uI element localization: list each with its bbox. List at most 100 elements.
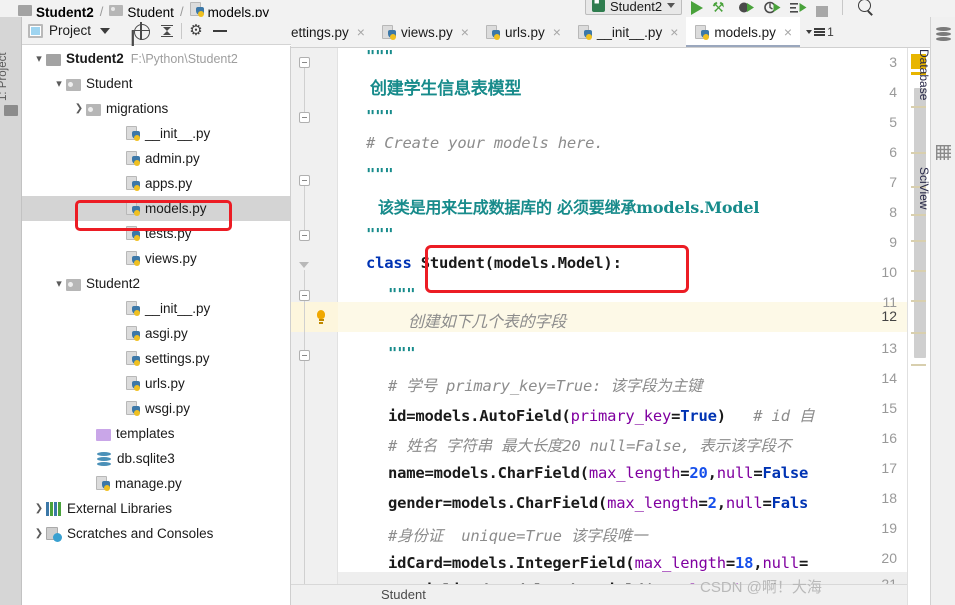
editor-marker-column[interactable] (907, 48, 930, 605)
tree-row-manage-py[interactable]: manage.py (22, 471, 290, 496)
project-title-dropdown[interactable]: Project (28, 23, 111, 38)
tree-row-urls-py[interactable]: urls.py (22, 371, 290, 396)
scratches-icon (46, 526, 62, 542)
chevron-right-icon[interactable] (72, 96, 86, 121)
database-label: Database (917, 49, 931, 100)
tab-models-py[interactable]: models.py × (686, 17, 801, 47)
collapse-all-icon[interactable] (158, 22, 176, 40)
tree-row-wsgi-py[interactable]: wsgi.py (22, 396, 290, 421)
chevron-down-icon[interactable] (52, 71, 66, 96)
close-icon[interactable]: × (670, 25, 678, 39)
code-kwarg: max_length (607, 494, 699, 512)
stop-icon[interactable] (816, 6, 829, 17)
code-line-19: #身份证 unique=True 该字段唯一 (388, 527, 648, 545)
code-text: = (762, 494, 772, 512)
fold-marker[interactable] (299, 112, 310, 123)
python-file-icon (126, 351, 140, 366)
breadcrumb-item-file[interactable]: models.py (189, 0, 269, 17)
editor-scrollbar-thumb[interactable] (914, 88, 926, 358)
code-text: = (798, 554, 809, 572)
fold-marker[interactable] (299, 290, 310, 301)
fold-marker[interactable] (299, 57, 310, 68)
tab-init-py[interactable]: __init__.py × (569, 17, 687, 47)
tree-label: Student2 (86, 276, 141, 291)
code-keyword: True (680, 407, 717, 425)
code-text: idCard=models.IntegerField( (388, 554, 635, 572)
tree-row-asgi-py[interactable]: asgi.py (22, 321, 290, 346)
breadcrumb-label: Student2 (36, 5, 94, 18)
code-keyword: class (366, 254, 421, 272)
fold-marker[interactable] (299, 175, 310, 186)
tree-label: __init__.py (145, 301, 211, 316)
play-icon[interactable] (691, 1, 704, 15)
tree-row-student2-root[interactable]: Student2 F:\Python\Student2 (22, 46, 290, 71)
tool-window-label: Database (917, 49, 955, 100)
tree-row-init-py-2[interactable]: __init__.py (22, 296, 290, 321)
chevron-down-icon (667, 3, 676, 8)
tree-row-db-sqlite3[interactable]: db.sqlite3 (22, 446, 290, 471)
code-line-3: """ (366, 48, 394, 65)
bug-icon[interactable]: ⚒ (712, 0, 729, 16)
folder-icon[interactable] (4, 105, 18, 116)
code-text-area[interactable]: """ 创建学生信息表模型 """ # Create your models h… (366, 48, 907, 584)
run-console-icon[interactable] (790, 0, 807, 16)
chevron-right-icon[interactable] (32, 521, 46, 546)
run-configuration-selector[interactable]: Student2 (585, 0, 683, 15)
tree-row-student2-package[interactable]: Student2 (22, 271, 290, 296)
profile-icon[interactable] (764, 0, 781, 16)
locate-icon[interactable] (132, 21, 151, 40)
fold-marker[interactable] (299, 230, 310, 241)
intention-bulb-icon[interactable] (315, 310, 327, 324)
fold-line (304, 186, 305, 230)
python-file-icon (695, 24, 710, 40)
close-icon[interactable]: × (553, 25, 561, 39)
tab-urls-py[interactable]: urls.py × (477, 17, 569, 47)
tree-row-migrations[interactable]: migrations (22, 96, 290, 121)
tree-row-student[interactable]: Student (22, 71, 290, 96)
tab-settings-py[interactable]: ettings.py × (291, 17, 373, 47)
chevron-down-icon[interactable] (52, 271, 66, 296)
tab-list-button[interactable]: 1 (806, 25, 834, 39)
tool-window-button-sciview[interactable]: SciView (917, 145, 955, 255)
tab-views-py[interactable]: views.py × (373, 17, 477, 47)
tree-row-init-py[interactable]: __init__.py (22, 121, 290, 146)
tree-row-admin-py[interactable]: admin.py (22, 146, 290, 171)
tree-row-views-py[interactable]: views.py (22, 246, 290, 271)
gear-icon[interactable]: ⚙ (187, 22, 205, 40)
close-icon[interactable]: × (357, 25, 365, 39)
tree-row-scratches-and-consoles[interactable]: Scratches and Consoles (22, 521, 290, 546)
breadcrumb-item-app[interactable]: Student (109, 0, 174, 17)
breadcrumb-item-project[interactable]: Student2 (18, 0, 94, 17)
pycharm-window: Student2 / Student / models.py Student2 … (0, 0, 955, 605)
fold-marker[interactable] (299, 350, 310, 361)
breadcrumb-separator: / (179, 4, 184, 17)
python-file-icon (381, 24, 396, 40)
project-tree[interactable]: Student2 F:\Python\Student2 Student migr… (22, 46, 291, 605)
code-editor[interactable]: 3 4 5 6 7 8 9 10 11 12 13 14 15 16 17 18… (291, 48, 907, 584)
minus-icon[interactable] (211, 22, 229, 40)
tree-row-models-py[interactable]: models.py (22, 196, 290, 221)
code-line-12: 创建如下几个表的字段 (408, 312, 567, 331)
python-file-icon (126, 376, 140, 391)
chevron-right-icon[interactable] (32, 496, 46, 521)
source-folder-icon (66, 78, 81, 91)
python-file-icon (126, 151, 140, 166)
tree-row-templates[interactable]: templates (22, 421, 290, 446)
close-icon[interactable]: × (784, 25, 792, 39)
code-line-17: name=models.CharField(max_length=20,null… (388, 464, 808, 482)
chevron-down-icon[interactable] (32, 46, 46, 71)
code-kwarg: primary_key (570, 407, 672, 425)
tab-label: models.py (714, 24, 776, 40)
run-coverage-icon[interactable] (738, 0, 755, 16)
tree-label: views.py (145, 251, 197, 266)
tree-row-apps-py[interactable]: apps.py (22, 171, 290, 196)
folder-icon (18, 5, 32, 16)
search-icon[interactable] (857, 0, 874, 16)
tree-row-external-libraries[interactable]: External Libraries (22, 496, 290, 521)
tree-row-tests-py[interactable]: tests.py (22, 221, 290, 246)
tool-window-button-database[interactable]: Database (917, 27, 955, 137)
close-icon[interactable]: × (461, 25, 469, 39)
python-file-icon (189, 2, 204, 17)
tree-row-settings-py[interactable]: settings.py (22, 346, 290, 371)
python-file-icon (126, 301, 140, 316)
